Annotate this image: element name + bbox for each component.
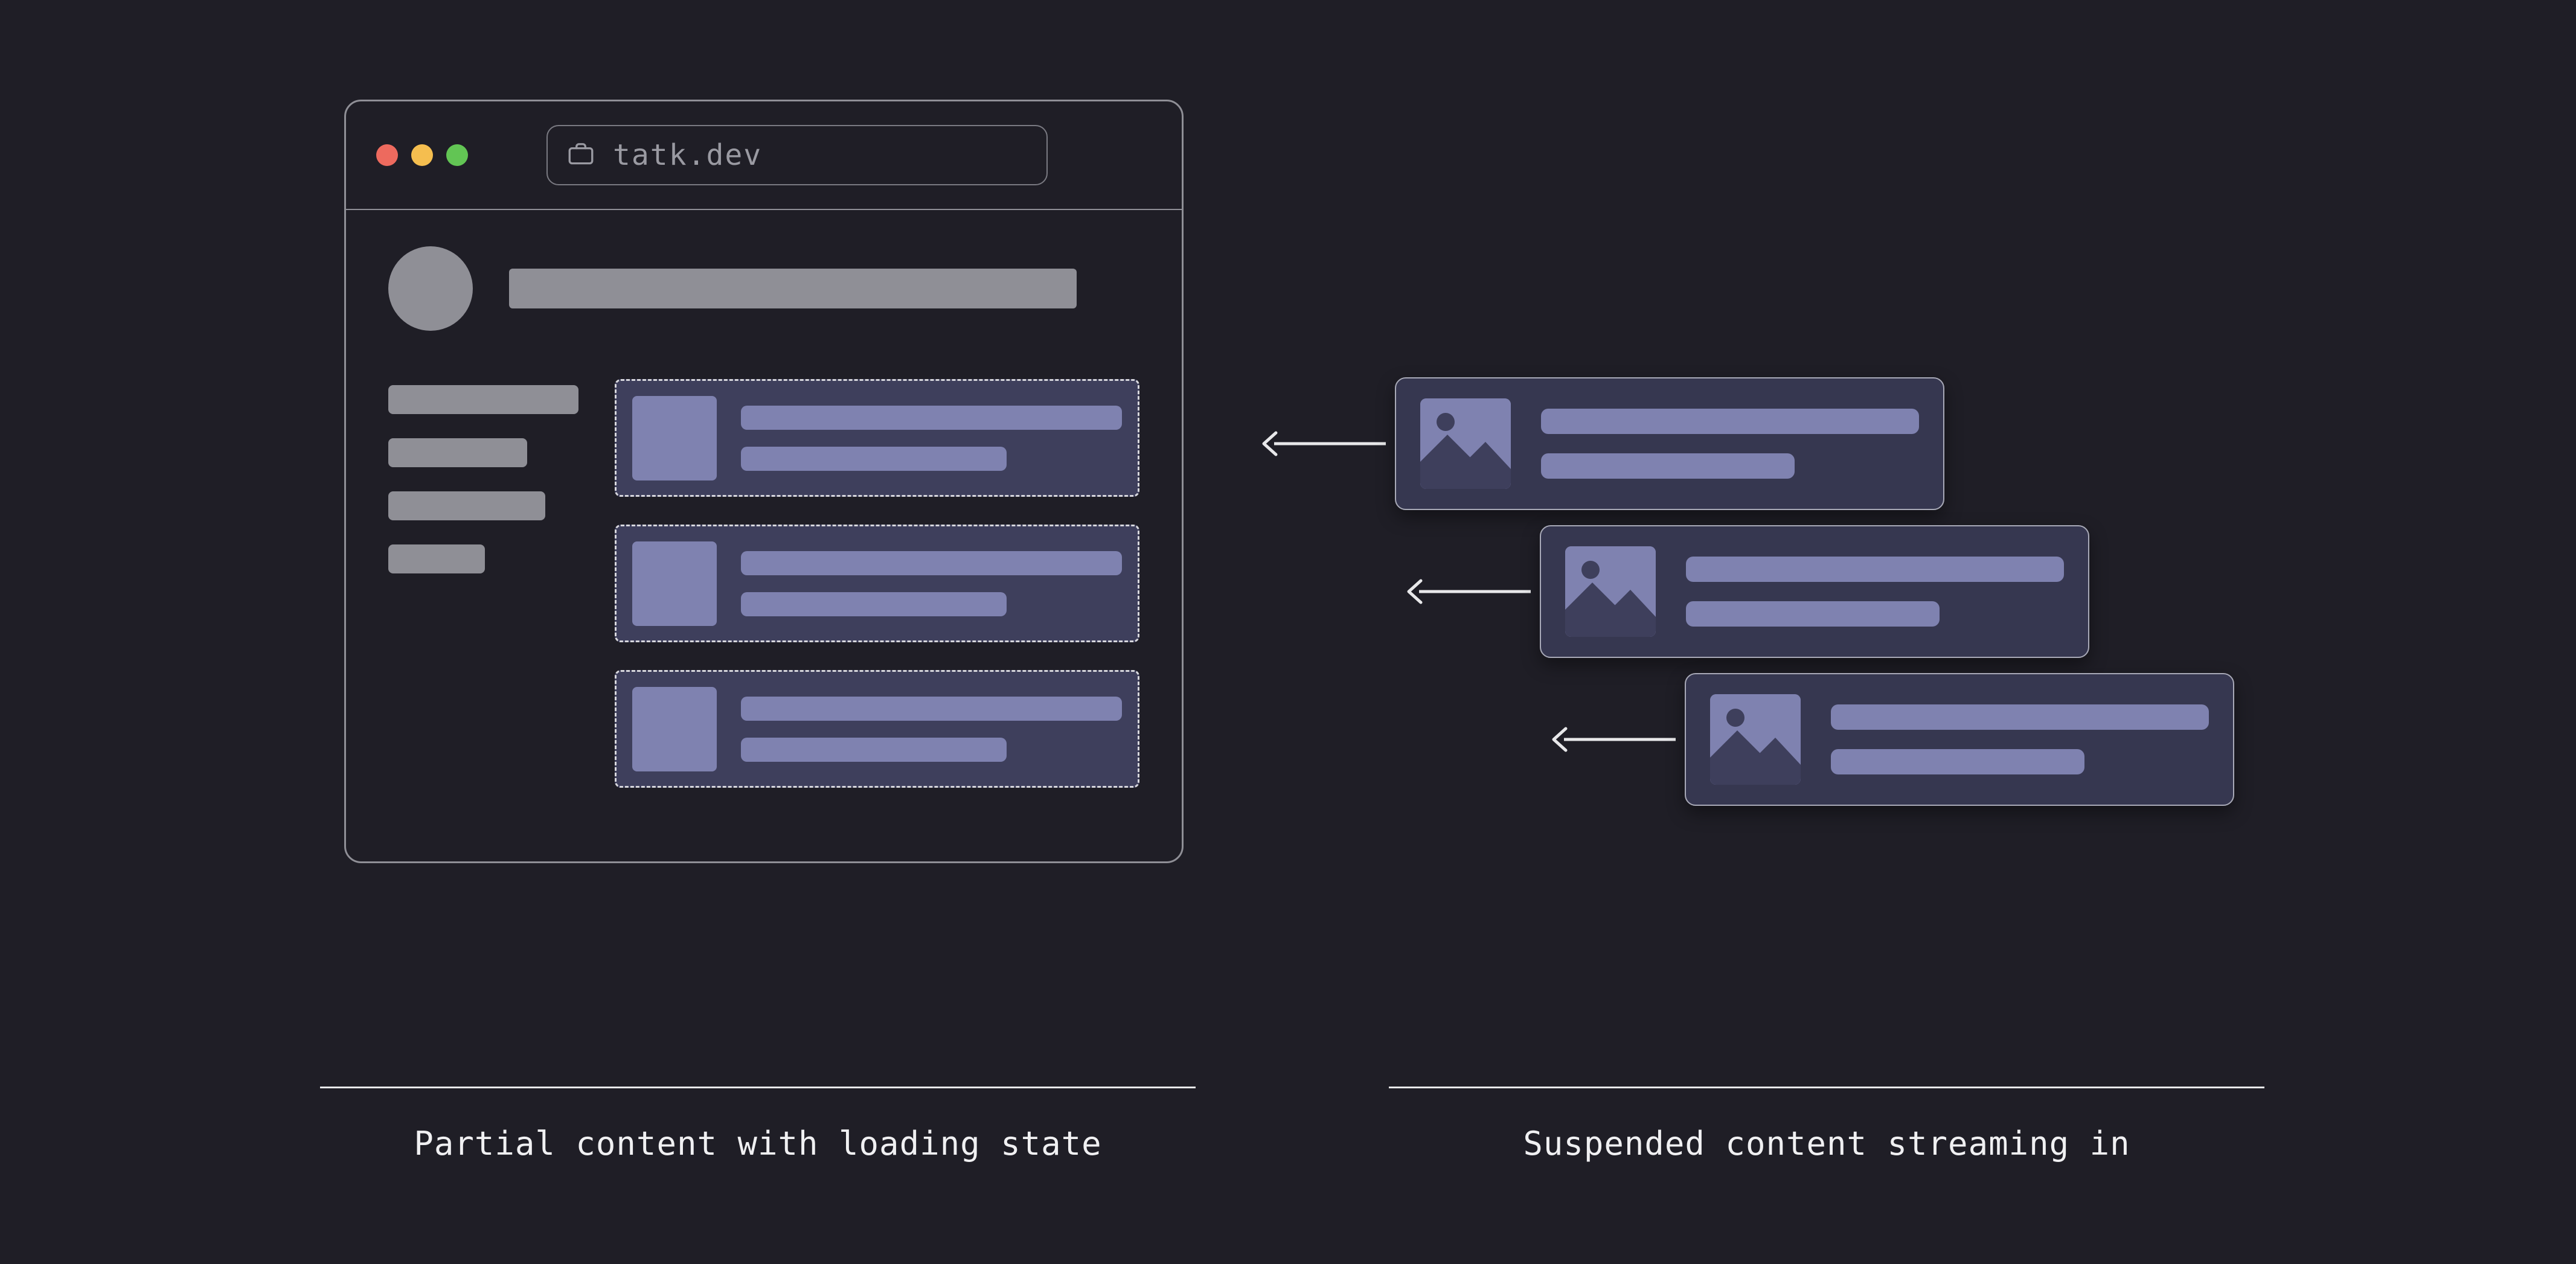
- traffic-lights: [376, 144, 468, 166]
- slot-line-placeholder: [741, 447, 1007, 471]
- page-header: [388, 246, 1139, 331]
- streaming-card: [1540, 525, 2089, 658]
- slot-line-placeholder: [741, 592, 1007, 616]
- streaming-card: [1395, 377, 1944, 510]
- avatar-placeholder: [388, 246, 473, 331]
- streaming-line-placeholder: [1686, 601, 1940, 627]
- streaming-line-placeholder: [1831, 704, 2209, 730]
- slot-thumb-placeholder: [632, 396, 717, 480]
- slot-lines: [741, 406, 1122, 471]
- streaming-card-lines: [1541, 409, 1919, 479]
- traffic-light-zoom-icon: [446, 144, 468, 166]
- slot-line-placeholder: [741, 406, 1122, 430]
- slot-thumb-placeholder: [632, 687, 717, 771]
- loading-slot: [615, 379, 1139, 497]
- traffic-light-minimize-icon: [411, 144, 433, 166]
- slot-thumb-placeholder: [632, 541, 717, 626]
- slot-lines: [741, 551, 1122, 616]
- streaming-line-placeholder: [1541, 453, 1795, 479]
- title-placeholder: [509, 269, 1077, 308]
- slot-line-placeholder: [741, 551, 1122, 575]
- slot-lines: [741, 697, 1122, 762]
- address-bar-url: tatk.dev: [613, 138, 762, 172]
- streaming-line-placeholder: [1541, 409, 1919, 434]
- briefcase-icon: [566, 139, 596, 171]
- image-icon: [1420, 398, 1511, 489]
- sidebar-line-placeholder: [388, 385, 578, 414]
- browser-chrome: tatk.dev: [346, 101, 1182, 210]
- loading-slots: [615, 379, 1139, 788]
- caption-left: Partial content with loading state: [320, 1125, 1196, 1163]
- image-icon: [1710, 694, 1801, 785]
- streaming-line-placeholder: [1831, 749, 2084, 774]
- caption-left-rule: [320, 1087, 1196, 1088]
- caption-right-rule: [1389, 1087, 2264, 1088]
- sidebar-line-placeholder: [388, 491, 545, 520]
- address-bar[interactable]: tatk.dev: [546, 125, 1048, 185]
- image-icon: [1565, 546, 1656, 637]
- sidebar-line-placeholder: [388, 438, 527, 467]
- sidebar-placeholder: [388, 379, 578, 788]
- caption-right: Suspended content streaming in: [1389, 1125, 2264, 1163]
- traffic-light-close-icon: [376, 144, 398, 166]
- loading-slot: [615, 525, 1139, 642]
- slot-line-placeholder: [741, 738, 1007, 762]
- loading-slot: [615, 670, 1139, 788]
- streaming-card-lines: [1831, 704, 2209, 774]
- sidebar-line-placeholder: [388, 544, 485, 573]
- browser-window: tatk.dev: [344, 100, 1184, 863]
- caption-right-block: Suspended content streaming in: [1389, 1087, 2264, 1163]
- streaming-card: [1685, 673, 2234, 806]
- caption-left-block: Partial content with loading state: [320, 1087, 1196, 1163]
- slot-line-placeholder: [741, 697, 1122, 721]
- streaming-line-placeholder: [1686, 557, 2064, 582]
- streaming-card-lines: [1686, 557, 2064, 627]
